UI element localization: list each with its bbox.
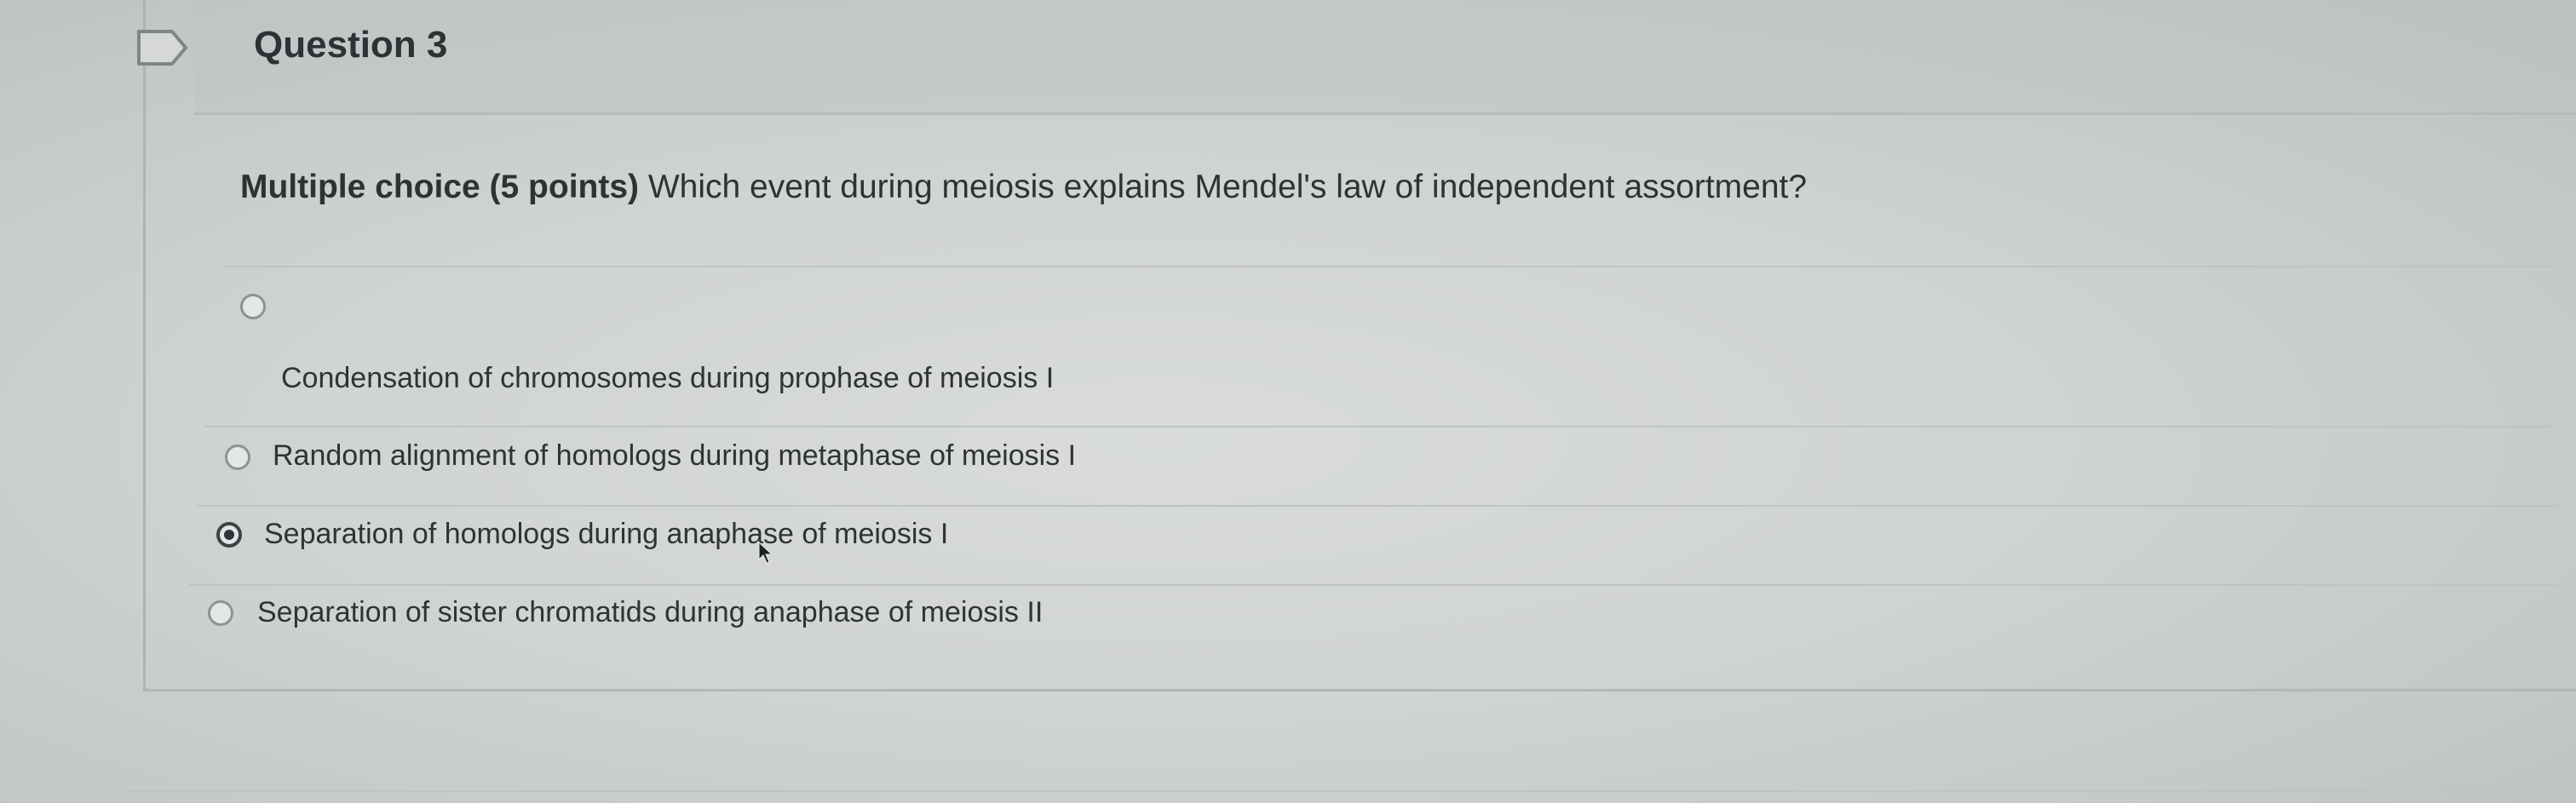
choice-label-0[interactable]: Condensation of chromosomes during proph… (281, 362, 1054, 395)
question-prompt: Multiple choice (5 points) Which event d… (240, 169, 1807, 206)
choice-label-2[interactable]: Separation of homologs during anaphase o… (264, 518, 948, 551)
choice-radio-0[interactable] (240, 294, 266, 319)
divider (198, 505, 2557, 507)
choice-radio-2[interactable] (216, 522, 242, 548)
divider (128, 790, 2564, 792)
flag-question-icon[interactable] (136, 29, 189, 66)
divider (223, 266, 2557, 267)
choice-label-1[interactable]: Random alignment of homologs during meta… (273, 439, 1076, 473)
divider (204, 426, 2556, 427)
mouse-cursor-icon (758, 542, 773, 564)
question-text: Which event during meiosis explains Mend… (639, 169, 1808, 205)
question-header (194, 0, 2576, 115)
choice-radio-1[interactable] (225, 445, 250, 470)
choice-label-3[interactable]: Separation of sister chromatids during a… (257, 596, 1043, 629)
divider (189, 584, 2557, 586)
question-type-label: Multiple choice (5 points) (240, 169, 640, 205)
choice-radio-3[interactable] (208, 600, 233, 626)
question-title: Question 3 (254, 24, 448, 66)
